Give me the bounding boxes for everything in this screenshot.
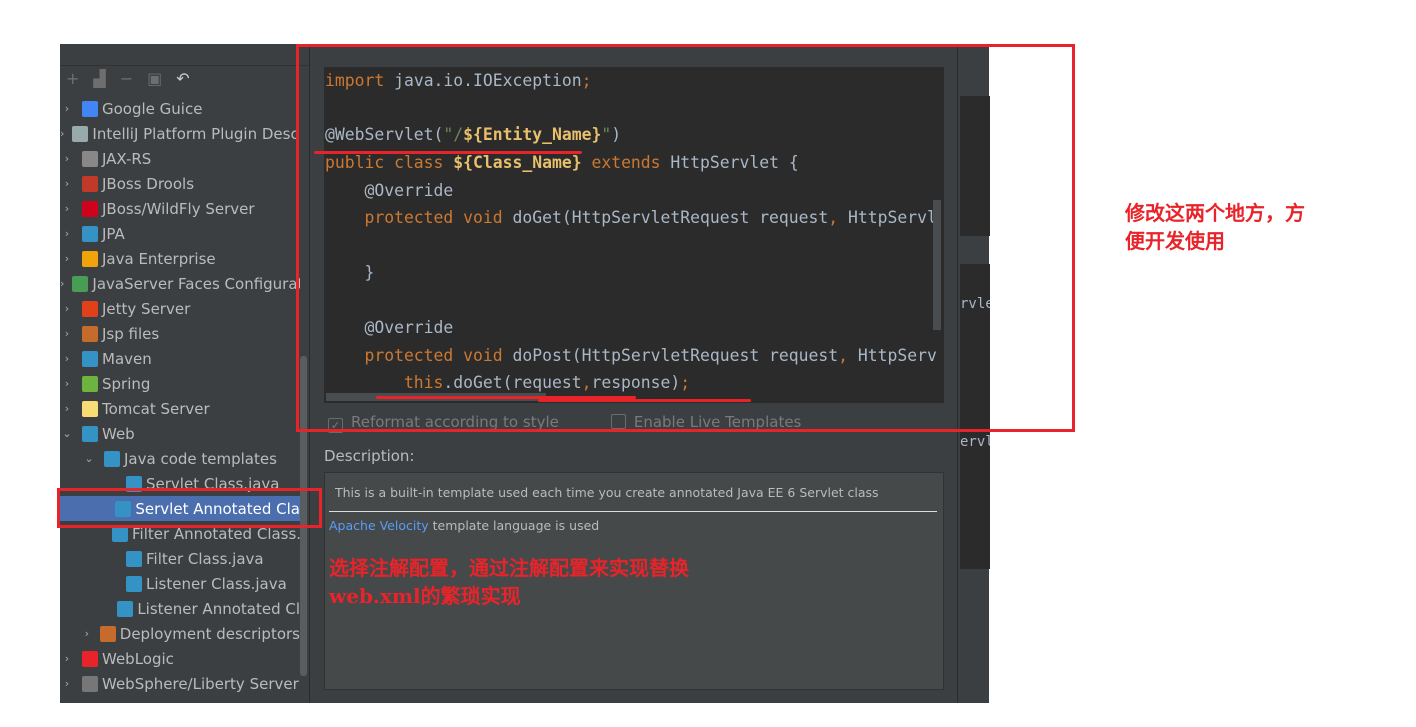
spring-icon <box>82 375 98 392</box>
tree-item-maven[interactable]: › Maven <box>60 346 300 371</box>
tree-item-label: JavaServer Faces Configurati <box>92 274 300 293</box>
tree-item-jetty-server[interactable]: › Jetty Server <box>60 296 300 321</box>
jpa-icon <box>82 225 98 242</box>
tree-item-label: Tomcat Server <box>102 399 210 418</box>
jetty-icon <box>82 300 98 317</box>
tree-item-label: Deployment descriptors <box>119 624 300 643</box>
add-icon[interactable]: + <box>66 69 79 88</box>
chevron-right-icon[interactable]: › <box>60 127 64 140</box>
tree-item-jboss-drools[interactable]: › JBoss Drools <box>60 171 300 196</box>
template-folder-icon <box>104 450 120 467</box>
chevron-right-icon[interactable]: › <box>60 252 74 265</box>
tree-item-label: JAX-RS <box>102 149 152 168</box>
apache-velocity-link[interactable]: Apache Velocity <box>329 518 429 533</box>
chevron-right-icon[interactable]: › <box>60 677 74 690</box>
remove-icon[interactable]: − <box>120 69 133 88</box>
tree-item-javaserver-faces-configurati[interactable]: › JavaServer Faces Configurati <box>60 271 300 296</box>
chevron-right-icon[interactable]: › <box>60 277 64 290</box>
chevron-right-icon[interactable]: › <box>60 302 74 315</box>
chevron-right-icon[interactable]: › <box>60 377 74 390</box>
tree-item-jax-rs[interactable]: › JAX-RS <box>60 146 300 171</box>
java-template-icon <box>126 575 142 592</box>
tree-item-label: JPA <box>102 224 125 243</box>
java-ee-icon <box>82 250 98 267</box>
chevron-right-icon[interactable]: › <box>60 177 74 190</box>
tree-item-weblogic[interactable]: › WebLogic <box>60 646 300 671</box>
wildfly-icon <box>82 200 98 217</box>
tree-item-label: Java Enterprise <box>102 249 216 268</box>
tree-item-label: JBoss Drools <box>102 174 195 193</box>
description-label: Description: <box>324 447 415 465</box>
weblogic-icon <box>82 650 98 667</box>
tree-item-label: IntelliJ Platform Plugin Descr <box>92 124 300 143</box>
chevron-right-icon[interactable]: › <box>60 352 74 365</box>
tree-item-jsp-files[interactable]: › Jsp files <box>60 321 300 346</box>
tree-item-tomcat-server[interactable]: › Tomcat Server <box>60 396 300 421</box>
chevron-right-icon[interactable]: › <box>60 102 74 115</box>
tree-item-jboss-wildfly-server[interactable]: › JBoss/WildFly Server <box>60 196 300 221</box>
tree-item-label: WebLogic <box>102 649 174 668</box>
annotation-box-selected-item <box>57 488 322 528</box>
template-tree: › Google Guice › IntelliJ Platform Plugin D… <box>60 96 300 696</box>
web-icon <box>82 425 98 442</box>
tree-item-label: Jetty Server <box>102 299 191 318</box>
google-icon <box>82 100 98 117</box>
chevron-down-icon[interactable]: ⌄ <box>82 452 96 465</box>
tree-item-listener-class-java[interactable]: Listener Class.java <box>60 571 300 596</box>
sidebar-toolbar: + ▟ − ▣ ↶ <box>60 66 310 90</box>
tree-item-spring[interactable]: › Spring <box>60 371 300 396</box>
tree-item-label: Google Guice <box>102 99 203 118</box>
jsf-icon <box>72 275 89 292</box>
tree-item-label: Listener Class.java <box>146 574 287 593</box>
globe-icon <box>82 150 98 167</box>
chevron-right-icon[interactable]: › <box>60 327 74 340</box>
annotation-note-bottom: 选择注解配置，通过注解配置来实现替换 web.xml的繁琐实现 <box>329 556 689 608</box>
maven-icon <box>82 350 98 367</box>
tree-item-label: Web <box>102 424 135 443</box>
tree-item-websphere-liberty-server[interactable]: › WebSphere/Liberty Server <box>60 671 300 696</box>
tree-item-java-enterprise[interactable]: › Java Enterprise <box>60 246 300 271</box>
tree-item-java-code-templates[interactable]: ⌄ Java code templates <box>60 446 300 471</box>
add-group-icon[interactable]: ▟ <box>93 69 105 88</box>
java-template-icon <box>126 550 142 567</box>
drools-icon <box>82 175 98 192</box>
chevron-right-icon[interactable]: › <box>60 227 74 240</box>
tree-item-filter-class-java[interactable]: Filter Class.java <box>60 546 300 571</box>
tree-item-label: Filter Class.java <box>146 549 264 568</box>
xml-folder-icon <box>99 625 116 642</box>
annotation-box-code <box>296 44 1075 432</box>
tree-item-label: Jsp files <box>102 324 160 343</box>
chevron-down-icon[interactable]: ⌄ <box>60 427 74 440</box>
tree-item-listener-annotated-cl[interactable]: Listener Annotated Cl <box>60 596 300 621</box>
chevron-right-icon[interactable]: › <box>60 152 74 165</box>
copy-icon[interactable]: ▣ <box>147 69 162 88</box>
tree-item-google-guice[interactable]: › Google Guice <box>60 96 300 121</box>
tree-item-web[interactable]: ⌄ Web <box>60 421 300 446</box>
tree-item-label: Listener Annotated Cl <box>137 599 300 618</box>
template-sidebar: + ▟ − ▣ ↶ › Google Guice › IntelliJ Platfor… <box>60 44 310 703</box>
jsp-icon <box>82 325 98 342</box>
annotation-underline <box>314 151 582 154</box>
tree-item-intellij-platform-plugin-descr[interactable]: › IntelliJ Platform Plugin Descr <box>60 121 300 146</box>
tree-item-deployment-descriptors[interactable]: › Deployment descriptors <box>60 621 300 646</box>
reset-icon[interactable]: ↶ <box>176 69 189 88</box>
tree-item-label: Spring <box>102 374 151 393</box>
annotation-underline <box>538 399 751 402</box>
divider <box>329 511 937 512</box>
annotation-note-right: 修改这两个地方，方 便开发使用 <box>1125 201 1305 253</box>
chevron-right-icon[interactable]: › <box>60 652 74 665</box>
java-template-icon <box>117 600 134 617</box>
tomcat-icon <box>82 400 98 417</box>
chevron-right-icon[interactable]: › <box>60 402 74 415</box>
tree-item-label: JBoss/WildFly Server <box>102 199 255 218</box>
tree-item-label: Java code templates <box>124 449 277 468</box>
chevron-right-icon[interactable]: › <box>82 627 92 640</box>
websphere-icon <box>82 675 98 692</box>
tree-item-label: WebSphere/Liberty Server <box>102 674 299 693</box>
tree-item-label: Maven <box>102 349 152 368</box>
tree-item-jpa[interactable]: › JPA <box>60 221 300 246</box>
chevron-right-icon[interactable]: › <box>60 202 74 215</box>
plugin-icon <box>72 125 89 142</box>
